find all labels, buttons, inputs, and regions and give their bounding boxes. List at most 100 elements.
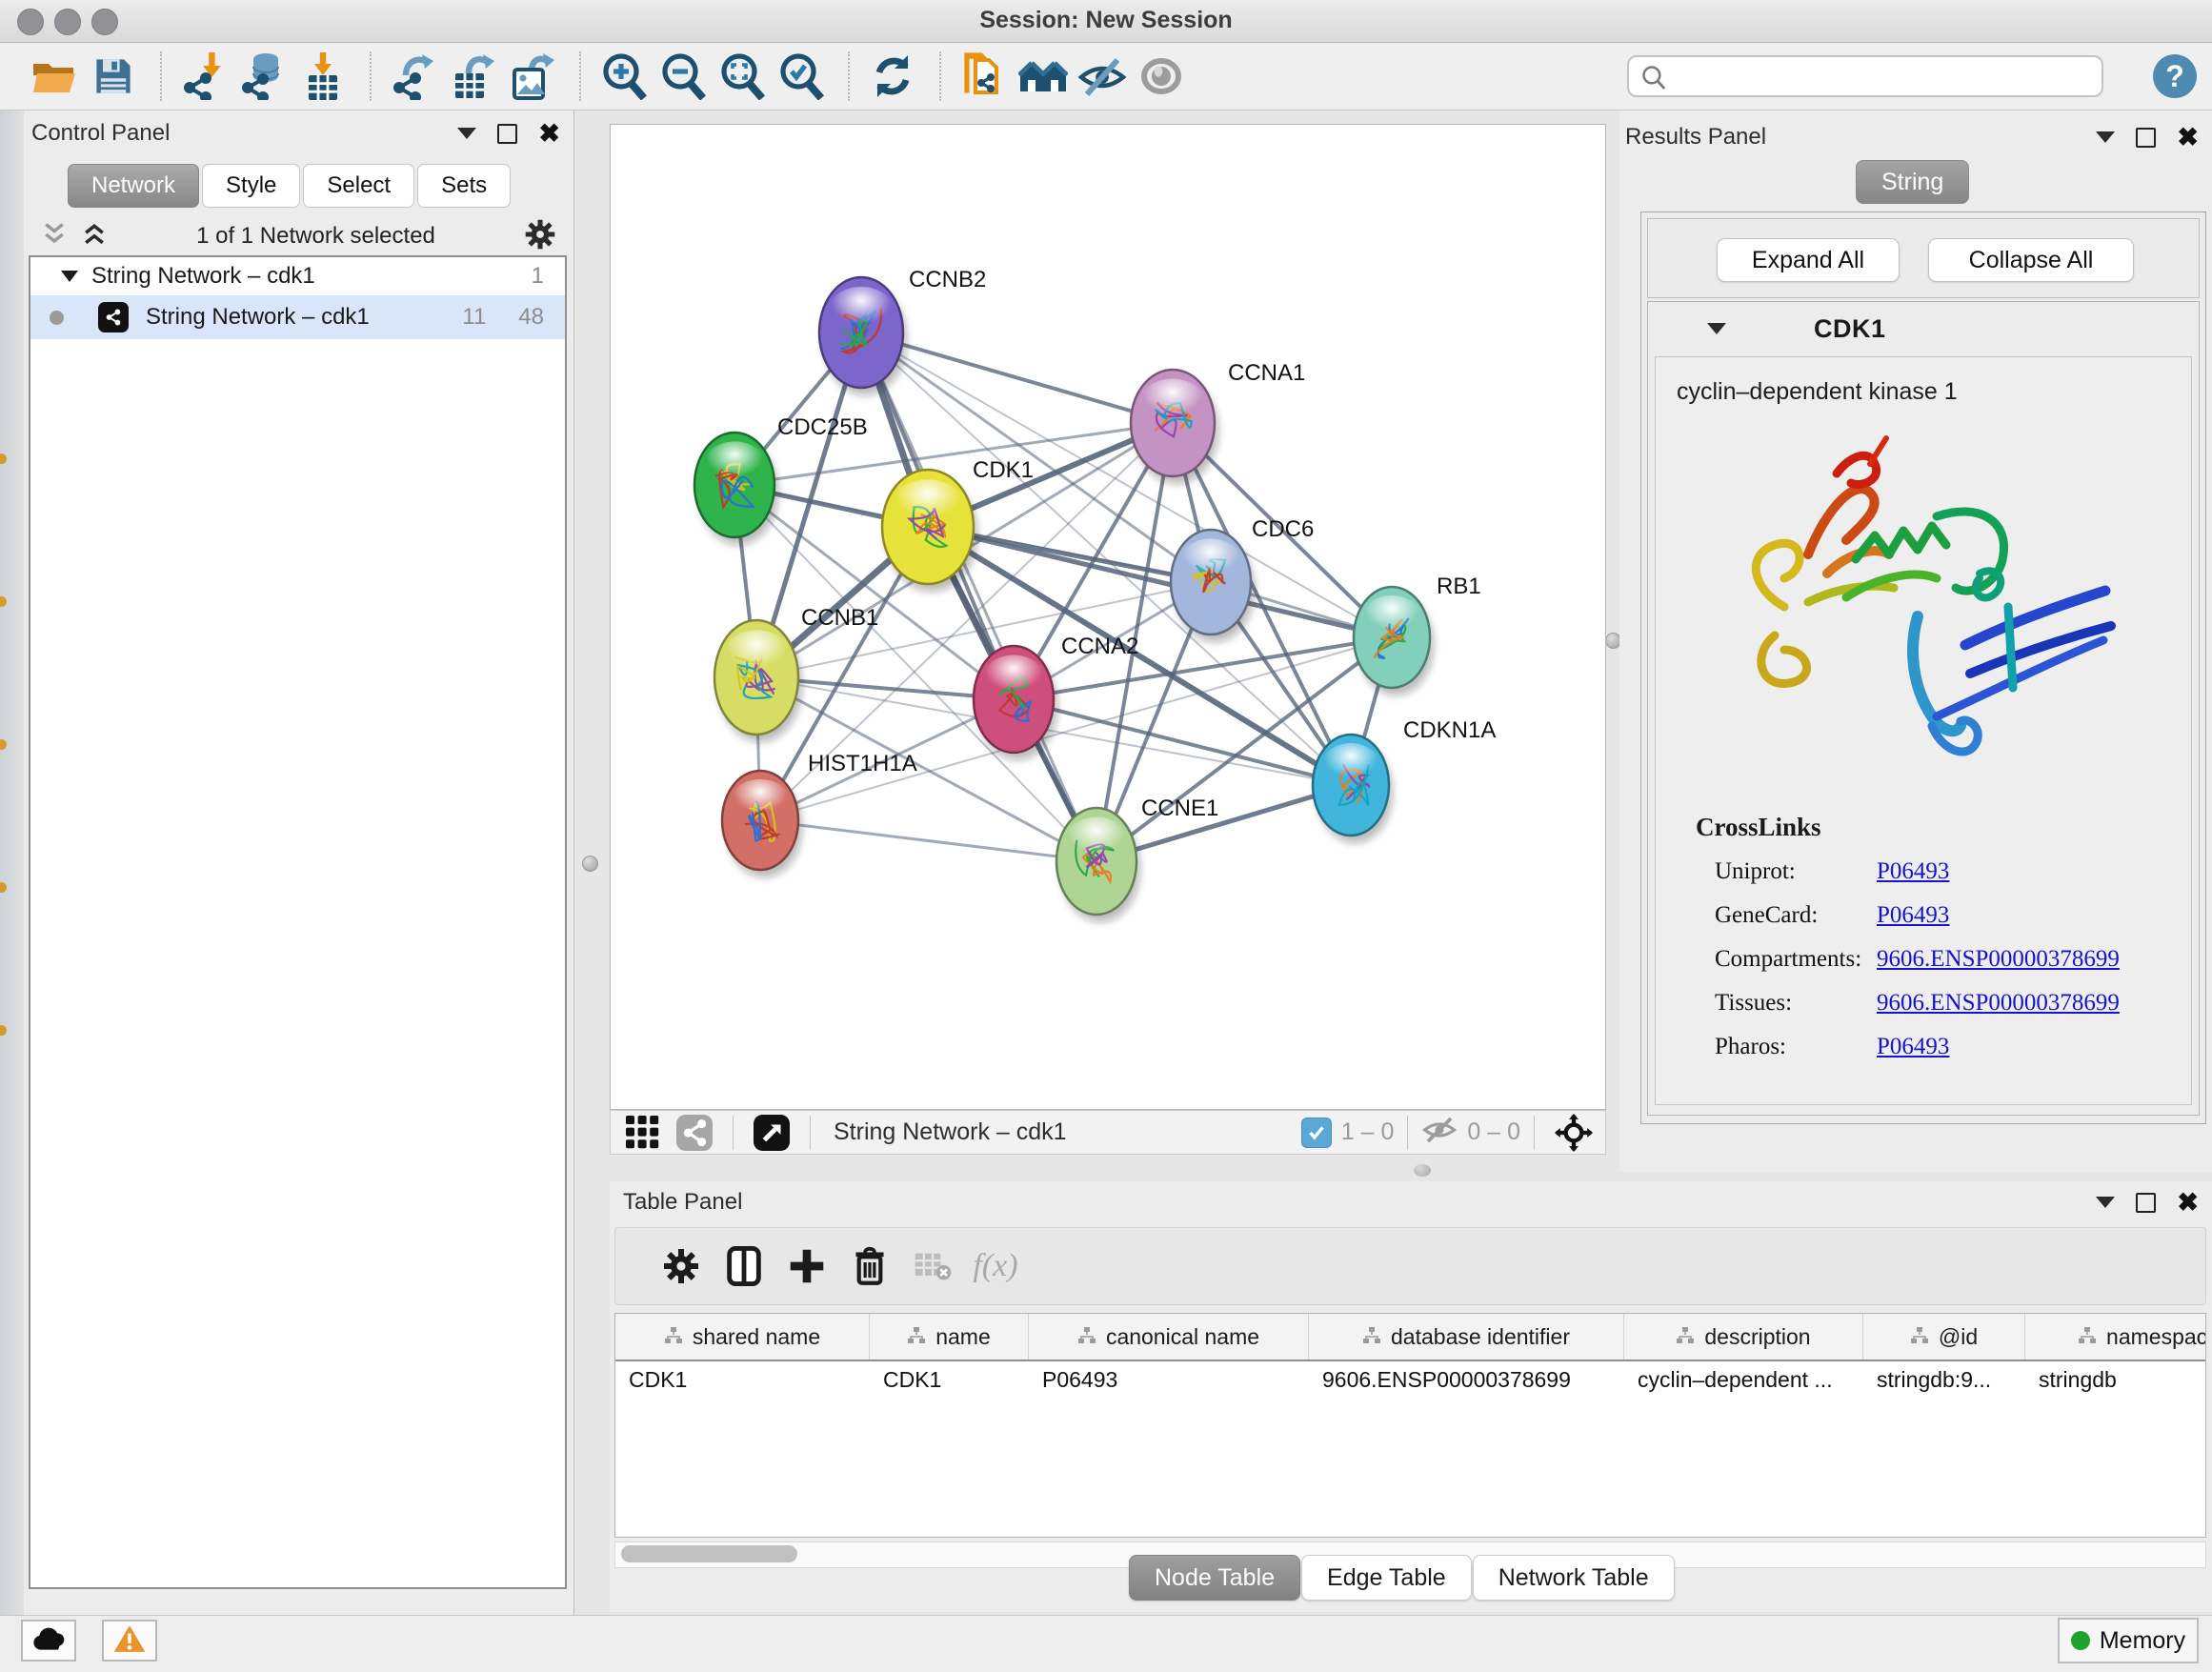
- fit-content-icon[interactable]: [1548, 1104, 1599, 1161]
- apply-layout-button[interactable]: [865, 49, 920, 104]
- selected-checkbox[interactable]: [1301, 1118, 1332, 1148]
- tab-sets[interactable]: Sets: [417, 164, 511, 208]
- panel-menu-icon[interactable]: [2096, 131, 2115, 143]
- search-input[interactable]: [1627, 55, 2103, 97]
- tab-edge-table[interactable]: Edge Table: [1301, 1555, 1472, 1601]
- hide-selected-button[interactable]: [1075, 49, 1130, 104]
- node-CDKN1A[interactable]: CDKN1A: [1313, 717, 1496, 843]
- tab-select[interactable]: Select: [303, 164, 414, 208]
- collection-count: 1: [532, 263, 544, 290]
- show-all-button[interactable]: [1134, 49, 1189, 104]
- expand-all-button[interactable]: Expand All: [1717, 238, 1900, 282]
- tab-network[interactable]: Network: [68, 164, 199, 208]
- collapse-all-icon[interactable]: [41, 221, 68, 252]
- panel-menu-icon[interactable]: [457, 128, 476, 139]
- panel-float-icon[interactable]: [497, 124, 517, 144]
- import-table-file-button[interactable]: [295, 49, 351, 104]
- node-HIST1H1A[interactable]: HIST1H1A: [722, 751, 917, 877]
- zoom-out-button[interactable]: [655, 49, 711, 104]
- export-table-button[interactable]: [446, 49, 501, 104]
- node-RB1[interactable]: RB1: [1354, 574, 1481, 695]
- crosslink-value-link[interactable]: P06493: [1877, 858, 1949, 885]
- network-row-selected[interactable]: String Network – cdk1 11 48: [30, 295, 565, 339]
- clone-network-button[interactable]: [956, 49, 1012, 104]
- left-splitter-handle[interactable]: [582, 856, 598, 872]
- node-CCNB2[interactable]: CCNB2: [819, 267, 986, 395]
- crosslink-value-link[interactable]: 9606.ENSP00000378699: [1877, 946, 2120, 973]
- first-neighbors-button[interactable]: [1016, 49, 1071, 104]
- network-collection-row[interactable]: String Network – cdk1 1: [30, 257, 565, 295]
- column-label: namespace: [2106, 1324, 2206, 1350]
- panel-close-icon[interactable]: ✖: [2177, 1190, 2199, 1216]
- edge-CDK1-RB1[interactable]: [928, 527, 1392, 637]
- network-canvas[interactable]: CCNB2CCNA1CDC25BCDK1CDC6RB1CCNB1CCNA2CDK…: [610, 124, 1606, 1110]
- edge-CCNB2-CCNA1[interactable]: [861, 332, 1173, 423]
- tab-style[interactable]: Style: [202, 164, 300, 208]
- column-header-@id[interactable]: @id: [1863, 1314, 2025, 1360]
- tab-string[interactable]: String: [1856, 160, 1969, 204]
- tab-node-table[interactable]: Node Table: [1129, 1555, 1300, 1601]
- export-network-button[interactable]: [387, 49, 442, 104]
- scrollbar-thumb[interactable]: [621, 1545, 797, 1562]
- help-button[interactable]: ?: [2153, 54, 2197, 98]
- panel-menu-icon[interactable]: [2096, 1197, 2115, 1208]
- cell-namespace[interactable]: stringdb: [2025, 1367, 2206, 1393]
- table-settings-gear-icon[interactable]: [650, 1238, 713, 1295]
- search-container: [1627, 55, 2103, 97]
- gene-section-header[interactable]: CDK1: [1648, 302, 2199, 355]
- panel-float-icon[interactable]: [2136, 128, 2156, 148]
- crosslink-value-link[interactable]: P06493: [1877, 902, 1949, 929]
- memory-button[interactable]: Memory: [2058, 1618, 2199, 1663]
- column-header-database-identifier[interactable]: database identifier: [1309, 1314, 1624, 1360]
- horizontal-splitter-handle[interactable]: [1414, 1164, 1431, 1177]
- column-header-name[interactable]: name: [870, 1314, 1029, 1360]
- export-image-button[interactable]: [505, 49, 560, 104]
- cell-database-identifier[interactable]: 9606.ENSP00000378699: [1309, 1367, 1624, 1393]
- collection-expand-icon[interactable]: [61, 271, 78, 282]
- panel-close-icon[interactable]: ✖: [2177, 125, 2199, 151]
- cell-name[interactable]: CDK1: [870, 1367, 1029, 1393]
- network-view-toolbar: String Network – cdk1 1 – 0 0 – 0: [610, 1110, 1606, 1155]
- zoom-fit-button[interactable]: [714, 49, 770, 104]
- cell-@id[interactable]: stringdb:9...: [1863, 1367, 2025, 1393]
- collapse-all-button[interactable]: Collapse All: [1928, 238, 2134, 282]
- column-header-description[interactable]: description: [1624, 1314, 1863, 1360]
- network-view-icon[interactable]: [670, 1104, 719, 1161]
- tab-network-table[interactable]: Network Table: [1473, 1555, 1675, 1601]
- node-CCNB1[interactable]: CCNB1: [714, 605, 878, 742]
- gear-icon[interactable]: [524, 218, 556, 255]
- import-network-file-button[interactable]: [177, 49, 232, 104]
- column-header-canonical-name[interactable]: canonical name: [1029, 1314, 1309, 1360]
- crosslink-value-link[interactable]: P06493: [1877, 1034, 1949, 1060]
- eye-slash-icon: [1077, 54, 1127, 98]
- birdseye-view-icon[interactable]: [747, 1104, 796, 1161]
- cloud-status-button[interactable]: [21, 1620, 76, 1662]
- edge-HIST1H1A-CCNE1[interactable]: [760, 820, 1096, 861]
- create-column-icon[interactable]: [775, 1238, 838, 1295]
- cell-shared-name[interactable]: CDK1: [615, 1367, 870, 1393]
- warnings-button[interactable]: [102, 1620, 157, 1662]
- zoom-in-button[interactable]: [596, 49, 652, 104]
- node-CDK1[interactable]: CDK1: [882, 457, 1034, 592]
- zoom-selected-button[interactable]: [774, 49, 829, 104]
- open-session-button[interactable]: [27, 49, 82, 104]
- node-CCNE1[interactable]: CCNE1: [1056, 796, 1218, 922]
- expand-all-icon[interactable]: [81, 221, 108, 252]
- panel-close-icon[interactable]: ✖: [538, 121, 560, 147]
- table-row[interactable]: CDK1CDK1P064939606.ENSP00000378699cyclin…: [615, 1361, 2205, 1398]
- network-list-toolbar: 1 of 1 Network selected: [41, 217, 556, 255]
- cell-description[interactable]: cyclin–dependent ...: [1624, 1367, 1863, 1393]
- column-header-shared-name[interactable]: shared name: [615, 1314, 870, 1360]
- cell-canonical-name[interactable]: P06493: [1029, 1367, 1309, 1393]
- column-header-namespace[interactable]: namespace: [2025, 1314, 2206, 1360]
- delete-column-icon[interactable]: [838, 1238, 901, 1295]
- import-network-database-button[interactable]: [236, 49, 292, 104]
- grid-view-icon[interactable]: [616, 1104, 670, 1161]
- section-collapse-icon[interactable]: [1707, 323, 1726, 334]
- save-session-button[interactable]: [86, 49, 141, 104]
- edge-CCNB2-CCNE1[interactable]: [861, 332, 1096, 861]
- crosslink-label: Uniprot:: [1715, 858, 1877, 885]
- crosslink-value-link[interactable]: 9606.ENSP00000378699: [1877, 990, 2120, 1017]
- show-columns-icon[interactable]: [713, 1238, 775, 1295]
- panel-float-icon[interactable]: [2136, 1193, 2156, 1213]
